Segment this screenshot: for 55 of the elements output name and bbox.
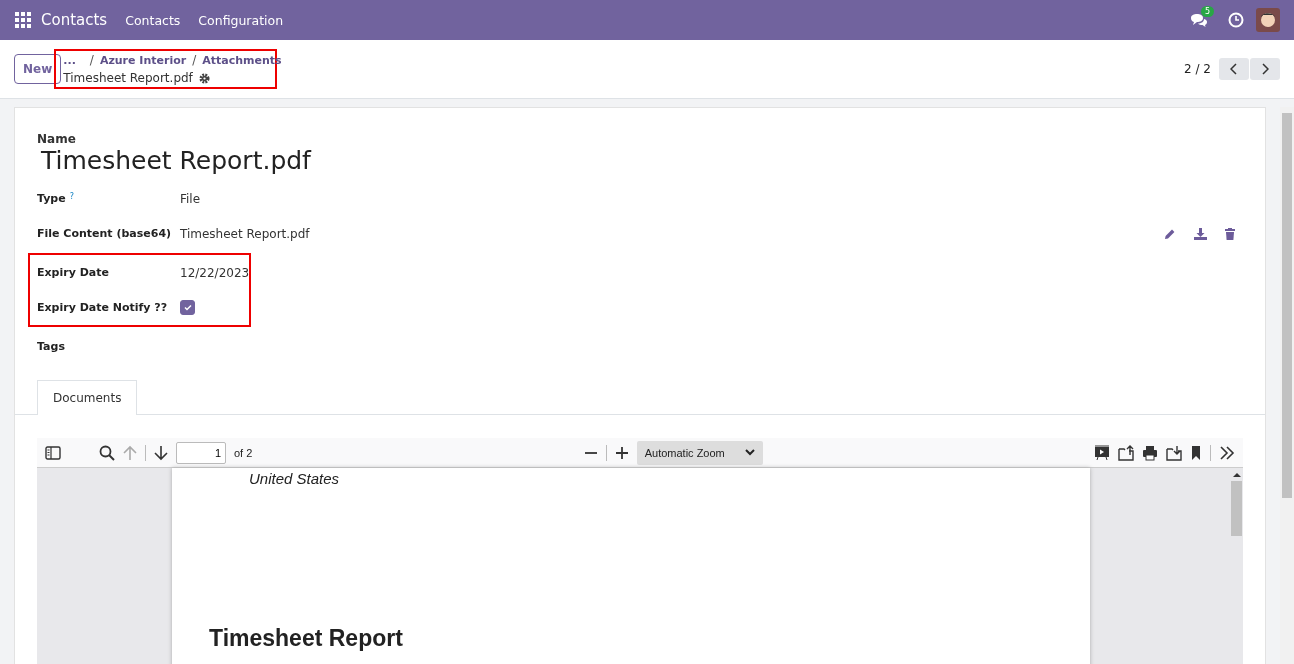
trash-icon[interactable] — [1225, 227, 1235, 240]
field-label: Name — [37, 132, 77, 146]
message-count-badge: 5 — [1201, 6, 1215, 17]
chevron-right-icon — [1261, 63, 1269, 75]
zoom-select[interactable]: Automatic Zoom — [636, 440, 763, 465]
breadcrumb-separator: / — [192, 53, 197, 67]
field-value: 12/22/2023 — [180, 265, 250, 280]
breadcrumb-separator: / — [89, 53, 94, 67]
double-chevron-icon[interactable] — [1219, 445, 1235, 460]
app-name[interactable]: Contacts — [41, 11, 108, 29]
menu-item[interactable]: Contacts — [125, 12, 181, 28]
chevron-left-icon — [1230, 63, 1238, 75]
new-button[interactable]: New — [14, 54, 62, 84]
scrollbar[interactable] — [1280, 107, 1294, 664]
menu-item[interactable]: Configuration — [198, 12, 284, 28]
chat-icon[interactable] — [1190, 13, 1208, 27]
search-icon[interactable] — [99, 444, 115, 461]
pager-counter: 2 / 2 — [1184, 62, 1211, 76]
apps-menu-icon[interactable] — [15, 12, 31, 28]
zoom-in-icon[interactable] — [614, 445, 629, 460]
next-button[interactable] — [1250, 58, 1280, 80]
field-label: File Content (base64) — [37, 227, 172, 240]
scroll-up-icon[interactable] — [1232, 472, 1241, 477]
bookmark-icon[interactable] — [1190, 444, 1202, 461]
pdf-heading: Timesheet Report — [209, 625, 404, 652]
arrow-down-icon[interactable] — [154, 444, 168, 461]
help-tooltip-mark[interactable]: ? — [69, 192, 74, 205]
breadcrumb-link[interactable]: ... — [63, 53, 76, 67]
field-label: Tags — [37, 340, 65, 353]
tab[interactable]: Documents — [37, 380, 138, 415]
field-value: File — [180, 191, 201, 206]
sidebar-toggle-icon[interactable] — [45, 445, 61, 460]
name-field[interactable]: Timesheet Report.pdf — [37, 146, 1243, 179]
open-file-icon[interactable] — [1118, 444, 1134, 461]
chevron-down-icon — [744, 449, 755, 456]
breadcrumb-link[interactable]: Azure Interior — [99, 53, 187, 67]
field-label: Expiry Date Notify ?? — [37, 301, 168, 314]
avatar-icon[interactable] — [1256, 8, 1280, 32]
clock-icon[interactable] — [1228, 12, 1244, 28]
field-label: Expiry Date — [37, 266, 109, 279]
file-name[interactable]: Timesheet Report.pdf — [180, 226, 310, 241]
field-label: Type — [37, 192, 66, 205]
pdf-text: United States — [249, 470, 341, 487]
page-count: of 2 — [234, 446, 253, 459]
presentation-icon[interactable] — [1094, 444, 1110, 461]
checkbox[interactable] — [180, 300, 195, 315]
page-number-field[interactable]: 1 — [176, 441, 226, 464]
previous-button[interactable] — [1219, 58, 1249, 80]
print-icon[interactable] — [1142, 444, 1158, 461]
record-title: Timesheet Report.pdf — [63, 71, 193, 85]
pencil-icon[interactable] — [1164, 227, 1176, 240]
download-icon[interactable] — [1194, 227, 1207, 240]
checkmark-icon — [183, 304, 192, 311]
gear-icon[interactable] — [198, 72, 210, 84]
download-icon[interactable] — [1166, 444, 1182, 461]
